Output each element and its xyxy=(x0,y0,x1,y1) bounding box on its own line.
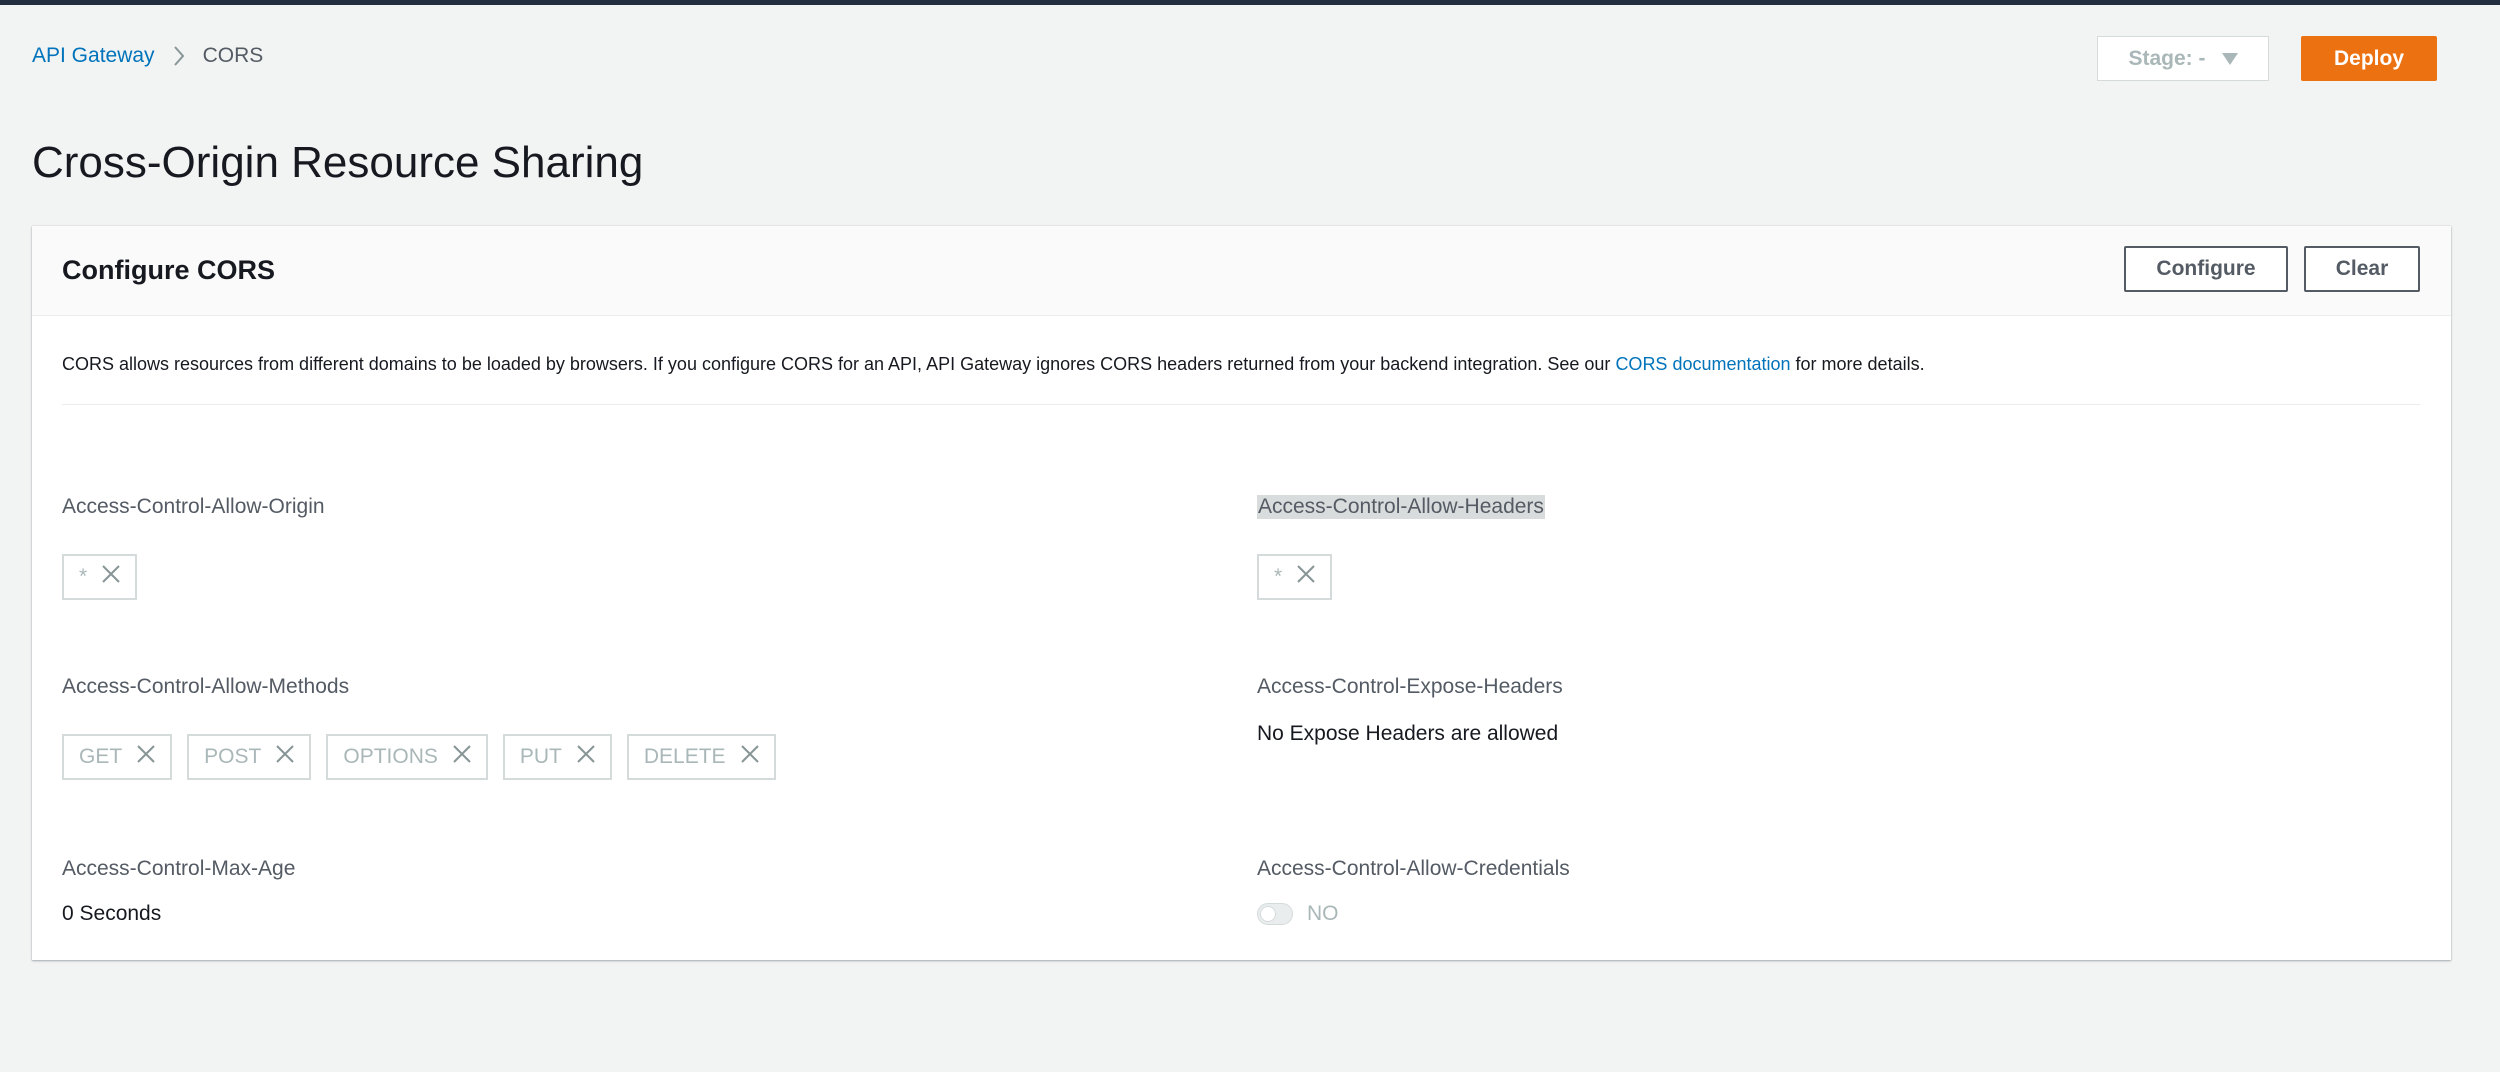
stage-select[interactable]: Stage: - xyxy=(2097,36,2269,81)
allow-credentials-label: Access-Control-Allow-Credentials xyxy=(1257,857,1570,880)
close-icon[interactable] xyxy=(136,744,156,770)
breadcrumb-api-gateway-link[interactable]: API Gateway xyxy=(32,44,155,68)
close-icon[interactable] xyxy=(452,744,472,770)
token-origin-wildcard: * xyxy=(62,554,138,600)
description-text-end: for more details. xyxy=(1790,354,1925,374)
configure-cors-panel: Configure CORS Configure Clear CORS allo… xyxy=(32,226,2451,960)
page-title: Cross-Origin Resource Sharing xyxy=(32,138,644,187)
expose-headers-label: Access-Control-Expose-Headers xyxy=(1257,675,1563,698)
clear-button[interactable]: Clear xyxy=(2304,246,2420,292)
allow-headers-tokens: * xyxy=(1257,554,1333,600)
token-label: * xyxy=(79,565,88,588)
allow-methods-tokens: GET POST OPTIONS PUT DELETE xyxy=(62,734,776,780)
configure-button[interactable]: Configure xyxy=(2124,246,2288,292)
toggle-state-label: NO xyxy=(1307,902,1339,925)
close-icon[interactable] xyxy=(576,744,596,770)
panel-title: Configure CORS xyxy=(62,255,275,285)
token-label: PUT xyxy=(519,745,562,768)
divider xyxy=(62,404,2420,405)
allow-methods-label: Access-Control-Allow-Methods xyxy=(62,675,350,698)
token-label: GET xyxy=(79,745,123,768)
cors-documentation-link[interactable]: CORS documentation xyxy=(1615,354,1790,374)
token-label: DELETE xyxy=(643,745,726,768)
expose-headers-value: No Expose Headers are allowed xyxy=(1257,722,1559,745)
close-icon[interactable] xyxy=(1296,564,1316,590)
close-icon[interactable] xyxy=(740,744,760,770)
token-method-post: POST xyxy=(187,734,312,780)
token-label: POST xyxy=(204,745,262,768)
close-icon[interactable] xyxy=(101,564,121,590)
description-text-start: CORS allows resources from different dom… xyxy=(62,354,1616,374)
allow-origin-tokens: * xyxy=(62,554,138,600)
close-icon[interactable] xyxy=(275,744,295,770)
top-navigation-bar xyxy=(0,0,2500,5)
allow-credentials-toggle[interactable]: NO xyxy=(1257,902,1339,926)
max-age-label: Access-Control-Max-Age xyxy=(62,857,296,880)
panel-header: Configure CORS Configure Clear xyxy=(32,226,2451,316)
token-method-get: GET xyxy=(62,734,173,780)
chevron-right-icon xyxy=(173,45,185,67)
token-method-options: OPTIONS xyxy=(326,734,488,780)
breadcrumb: API Gateway CORS xyxy=(32,44,263,68)
max-age-value: 0 Seconds xyxy=(62,902,162,925)
cors-description: CORS allows resources from different dom… xyxy=(62,354,1925,375)
token-method-put: PUT xyxy=(502,734,612,780)
toggle-track xyxy=(1257,903,1293,925)
caret-down-icon xyxy=(2221,47,2238,71)
token-method-delete: DELETE xyxy=(626,734,776,780)
toggle-knob xyxy=(1260,906,1276,922)
token-label: * xyxy=(1274,565,1283,588)
allow-origin-label: Access-Control-Allow-Origin xyxy=(62,495,325,518)
token-label: OPTIONS xyxy=(343,745,438,768)
token-headers-wildcard: * xyxy=(1257,554,1333,600)
breadcrumb-current: CORS xyxy=(202,44,264,67)
allow-headers-label: Access-Control-Allow-Headers xyxy=(1257,495,1545,519)
stage-select-label: Stage: - xyxy=(2128,46,2206,70)
deploy-button[interactable]: Deploy xyxy=(2301,36,2437,81)
